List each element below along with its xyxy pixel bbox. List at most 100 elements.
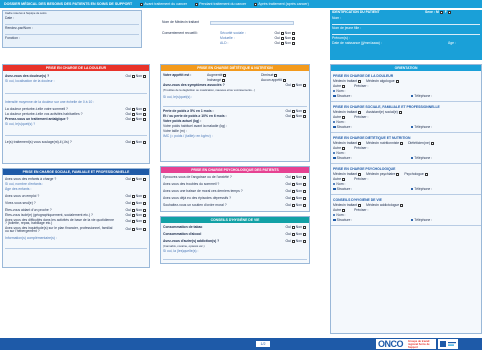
pain-q5-no[interactable] xyxy=(143,117,146,121)
social-q6-choice: Oui Non xyxy=(125,219,147,223)
orientation-choice-checkbox[interactable] xyxy=(395,79,399,83)
orientation-choice-checkbox[interactable] xyxy=(396,172,400,176)
psy-q3-row: Avez-vous une baisse de moral ces dernie… xyxy=(161,189,309,194)
psy-q1-yes[interactable] xyxy=(291,175,295,179)
social-q7-no[interactable] xyxy=(143,227,146,231)
nutrition-q4-no[interactable] xyxy=(303,114,306,118)
psy-q3-no[interactable] xyxy=(303,189,306,193)
nutrition-q2-no[interactable] xyxy=(303,83,306,87)
consent-ald-yes[interactable] xyxy=(280,41,284,45)
orientation-choice-checkbox[interactable] xyxy=(424,172,428,176)
pain-treatment-field[interactable] xyxy=(5,132,147,136)
pain-location-field[interactable] xyxy=(5,90,147,94)
nutrition-q3-yes[interactable] xyxy=(291,109,295,113)
psy-q5-no[interactable] xyxy=(303,203,306,207)
appetite-augmente-checkbox[interactable] xyxy=(223,73,227,77)
patient-nom-field[interactable] xyxy=(332,21,480,25)
doctor-name-field[interactable] xyxy=(210,21,294,25)
treatment-checkbox-1[interactable] xyxy=(140,2,144,6)
orientation-choice-label: Médecin addictologue xyxy=(366,203,400,207)
patient-dob-row: Date de naissance (jj/mm/aaaa) : Âge : xyxy=(330,41,482,46)
pain-q4-no[interactable] xyxy=(143,112,146,116)
consent-ald-no[interactable] xyxy=(292,41,295,45)
hygiene-q1-yes[interactable] xyxy=(291,225,295,229)
nutrition-symptoms-field[interactable] xyxy=(163,103,307,107)
social-q3-no[interactable] xyxy=(143,201,146,205)
pain-q1-yes[interactable] xyxy=(131,74,135,78)
social-q1-yes[interactable] xyxy=(131,177,135,181)
orientation-structure-label: Structure : xyxy=(336,125,353,129)
hygiene-q2-no[interactable] xyxy=(303,232,306,236)
pain-section: PRISE EN CHARGE DE LA DOULEUR Avez-vous … xyxy=(2,64,150,164)
psy-q1-no[interactable] xyxy=(303,175,306,179)
consent-ss-no[interactable] xyxy=(292,31,295,35)
orientation-choice-checkbox[interactable] xyxy=(358,172,362,176)
orientation-choice-checkbox[interactable] xyxy=(430,141,434,145)
social-q6-yes[interactable] xyxy=(131,219,135,223)
orientation-choice-checkbox[interactable] xyxy=(398,110,402,114)
pain-q1-no[interactable] xyxy=(143,74,146,78)
social-q5-yes[interactable] xyxy=(131,213,135,217)
nutrition-q4-yes[interactable] xyxy=(291,114,295,118)
pain-q3-no[interactable] xyxy=(143,107,146,111)
orientation-choice-checkbox[interactable] xyxy=(400,203,404,207)
psy-q5-yes[interactable] xyxy=(291,203,295,207)
appetite-diminue-checkbox[interactable] xyxy=(274,73,278,77)
pain-q5-yes[interactable] xyxy=(131,117,135,121)
social-q5-no[interactable] xyxy=(143,213,146,217)
psy-q4-yes[interactable] xyxy=(291,196,295,200)
treatment-checkbox-3[interactable] xyxy=(254,2,258,6)
orientation-autre-checkbox[interactable] xyxy=(342,84,346,88)
consent-mutuelle-yes[interactable] xyxy=(280,36,284,40)
psy-q2-no[interactable] xyxy=(303,182,306,186)
social-q4-no[interactable] xyxy=(143,208,146,212)
nutrition-q3-no[interactable] xyxy=(303,109,306,113)
sex-m-checkbox[interactable] xyxy=(439,10,443,14)
hygiene-addiction-field[interactable] xyxy=(163,256,307,260)
consent-ss-yes[interactable] xyxy=(280,31,284,35)
social-q1-no[interactable] xyxy=(143,177,146,181)
social-children-age-label: Âge des enfants : xyxy=(5,187,32,191)
psy-q3-yes[interactable] xyxy=(291,189,295,193)
orientation-autre-checkbox[interactable] xyxy=(342,208,346,212)
social-q4-yes[interactable] xyxy=(131,208,135,212)
consent-ald-choice: Oui Non xyxy=(274,41,296,46)
hygiene-q2-yes[interactable] xyxy=(291,232,295,236)
patient-jeune-fille-field[interactable] xyxy=(332,31,480,35)
orientation-autre-checkbox[interactable] xyxy=(342,146,346,150)
appetite-aucun-checkbox[interactable] xyxy=(282,78,286,82)
social-q6-no[interactable] xyxy=(143,219,146,223)
nutrition-q2-yes[interactable] xyxy=(291,83,295,87)
orientation-autre-checkbox[interactable] xyxy=(342,177,346,181)
hygiene-q3-no[interactable] xyxy=(303,239,306,243)
pain-q4-yes[interactable] xyxy=(131,112,135,116)
social-q3-yes[interactable] xyxy=(131,201,135,205)
psy-q4-no[interactable] xyxy=(303,196,306,200)
appetite-inchange-checkbox[interactable] xyxy=(221,78,225,82)
pain-q6-no[interactable] xyxy=(143,140,146,144)
orientation-choice-checkbox[interactable] xyxy=(358,79,362,83)
social-q2-yes[interactable] xyxy=(131,194,135,198)
orientation-choice-checkbox[interactable] xyxy=(358,110,362,114)
sex-f-checkbox[interactable] xyxy=(447,10,451,14)
consent-mutuelle-no[interactable] xyxy=(292,36,295,40)
social-q7-yes[interactable] xyxy=(131,227,135,231)
pain-section-title: PRISE EN CHARGE DE LA DOULEUR xyxy=(3,65,149,71)
orientation-block: CONSEILS D'HYGIÈNE DE VIE Médecin traitan… xyxy=(331,198,481,226)
social-q2-no[interactable] xyxy=(143,194,146,198)
rendez-par-field[interactable] xyxy=(5,31,139,35)
orientation-choice: Médecin traitant xyxy=(333,110,362,114)
orientation-choice-checkbox[interactable] xyxy=(358,141,362,145)
date-field[interactable] xyxy=(5,21,139,25)
hygiene-q3-label: Avez-vous d'autre(s) addiction(s) ? xyxy=(163,239,220,243)
pain-q3-yes[interactable] xyxy=(131,107,135,111)
orientation-autre-checkbox[interactable] xyxy=(342,115,346,119)
social-info-field[interactable] xyxy=(5,245,147,249)
psy-q2-yes[interactable] xyxy=(291,182,295,186)
hygiene-q1-no[interactable] xyxy=(303,225,306,229)
hygiene-q3-yes[interactable] xyxy=(291,239,295,243)
treatment-checkbox-2[interactable] xyxy=(195,2,199,6)
orientation-choice-checkbox[interactable] xyxy=(400,141,404,145)
pain-q6-yes[interactable] xyxy=(131,140,135,144)
orientation-choice-checkbox[interactable] xyxy=(358,203,362,207)
